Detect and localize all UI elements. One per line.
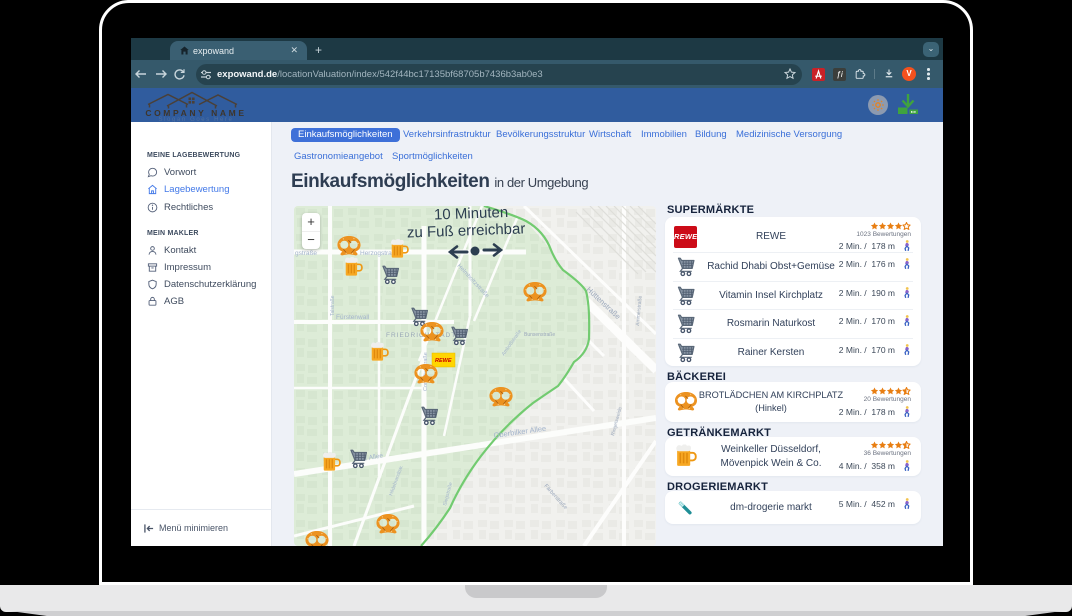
svg-text:REWE: REWE [435,358,452,364]
svg-text:Fürstenwall: Fürstenwall [336,314,370,321]
svg-text:Bunsenstraße: Bunsenstraße [524,332,555,338]
svg-text:Talstraße: Talstraße [330,295,336,316]
svg-text:gstraße: gstraße [295,250,317,257]
